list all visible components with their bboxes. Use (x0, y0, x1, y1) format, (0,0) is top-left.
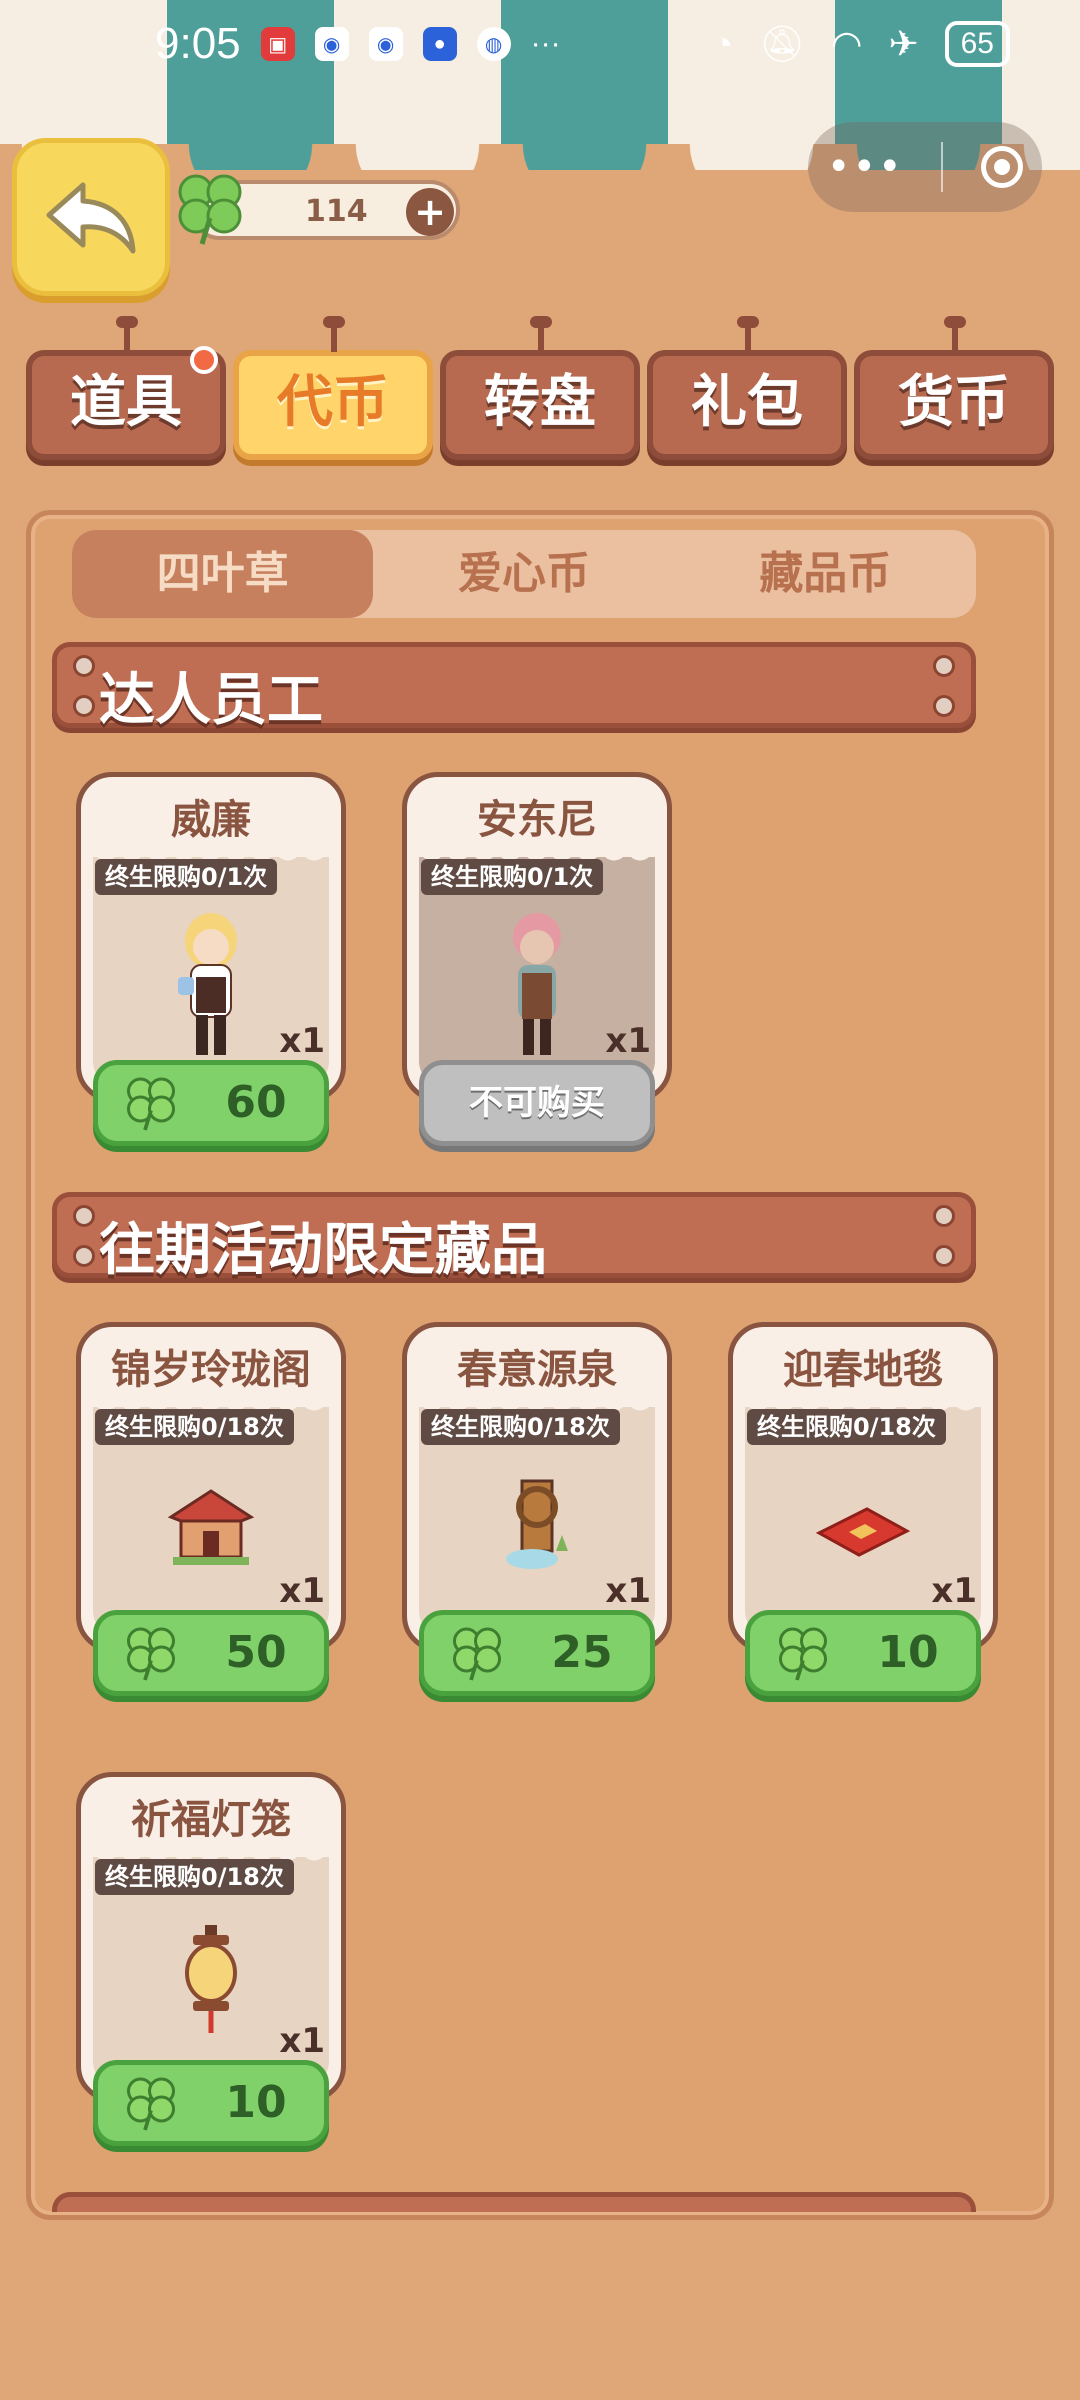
purchase-limit: 终生限购0/18次 (747, 1409, 946, 1445)
purchase-limit: 终生限购0/1次 (421, 859, 604, 895)
clover-icon (453, 1627, 501, 1681)
clover-icon (178, 174, 242, 245)
close-mini-program-button[interactable] (981, 146, 1024, 188)
clover-icon (779, 1627, 827, 1681)
tab-gift-pack[interactable]: 礼包 (647, 316, 847, 460)
purchase-limit: 终生限购0/18次 (95, 1409, 294, 1445)
item-name: 迎春地毯 (783, 1347, 943, 1393)
screw-decoration (73, 695, 95, 717)
employee-william-image (178, 913, 237, 1055)
notification-dot (190, 346, 218, 374)
section-banner-limited-collectibles: 往期活动限定藏品 (52, 1192, 976, 1283)
item-quantity: x1 (605, 1571, 651, 1611)
tab-currency[interactable]: 货币 (854, 316, 1054, 460)
price-value: 60 (225, 1077, 287, 1128)
back-arrow-icon (46, 182, 136, 254)
price-value: 25 (551, 1627, 613, 1678)
price-value: 10 (877, 1627, 939, 1678)
screw-decoration (933, 1245, 955, 1267)
clover-icon (127, 1627, 175, 1681)
item-name: 祈福灯笼 (131, 1797, 291, 1843)
purchase-limit: 终生限购0/1次 (95, 859, 278, 895)
more-options-button[interactable]: ••• (827, 147, 904, 187)
clover-amount: 114 (305, 194, 368, 229)
item-quantity: x1 (279, 1021, 325, 1061)
tab-wheel-label: 转盘 (484, 370, 596, 435)
section-banner-expert-staff: 达人员工 (52, 642, 976, 733)
subtab-clover[interactable]: 四叶草 (72, 530, 374, 618)
item-card[interactable]: 祈福灯笼 终生限购0/18次 x1 (76, 1772, 346, 2102)
clover-icon (127, 1077, 175, 1131)
item-quantity: x1 (279, 1571, 325, 1611)
buy-button[interactable]: 60 (93, 1060, 329, 1146)
tab-props[interactable]: 道具 (26, 316, 226, 460)
currency-subtabs: 四叶草 爱心币 藏品币 (72, 530, 976, 618)
status-bar: 9:05 ▣ ◉ ◉ ● ◍ ··· ◔ 🔕︎ ◠ ✈ 65 (0, 0, 1080, 88)
purchase-limit: 终生限购0/18次 (421, 1409, 620, 1445)
item-card: 安东尼 终生限购0/1次 x1 (402, 772, 672, 1102)
bell-off-icon: 🔕︎ (759, 23, 806, 64)
tab-gift-pack-label: 礼包 (691, 370, 803, 435)
screw-decoration (933, 695, 955, 717)
subtab-heart-coin[interactable]: 爱心币 (373, 530, 674, 618)
browser-icon: ◍ (476, 27, 511, 61)
tab-tokens[interactable]: 代币 (233, 316, 433, 460)
more-notifications: ··· (530, 27, 561, 60)
add-currency-button[interactable]: + (406, 188, 454, 236)
pavilion-image (167, 1489, 255, 1565)
target-icon (994, 159, 1011, 175)
item-quantity: x1 (605, 1021, 651, 1061)
huawei-store-icon: ▣ (260, 27, 295, 61)
next-section-banner-edge (52, 2192, 976, 2212)
item-card[interactable]: 春意源泉 终生限购0/18次 x1 (402, 1322, 672, 1652)
price-value: 10 (225, 2077, 287, 2128)
item-name: 锦岁玲珑阁 (111, 1347, 311, 1393)
item-quantity: x1 (279, 2021, 325, 2061)
app-icon: ◉ (314, 27, 349, 61)
item-quantity: x1 (931, 1571, 977, 1611)
bulb-icon: ● (422, 27, 457, 61)
screw-decoration (73, 655, 95, 677)
subtab-collection-coin[interactable]: 藏品币 (675, 530, 976, 618)
tab-currency-label: 货币 (898, 370, 1010, 435)
unavailable-button: 不可购买 (419, 1060, 655, 1146)
screw-decoration (933, 655, 955, 677)
capsule-divider (941, 142, 944, 192)
screw-decoration (933, 1205, 955, 1227)
item-name: 春意源泉 (457, 1347, 617, 1393)
tab-wheel[interactable]: 转盘 (440, 316, 640, 460)
spring-carpet-image (815, 1507, 911, 1557)
clover-icon (127, 2077, 175, 2131)
clock-icon: ◔ (711, 23, 734, 64)
airplane-icon: ✈ (888, 23, 919, 64)
wifi-icon: ◠ (831, 23, 863, 64)
item-card[interactable]: 迎春地毯 终生限购0/18次 x1 (728, 1322, 998, 1652)
item-card[interactable]: 锦岁玲珑阁 终生限购0/18次 x1 (76, 1322, 346, 1652)
battery-indicator: 65 (944, 21, 1010, 67)
spring-fountain-image (506, 1479, 568, 1569)
item-name: 威廉 (171, 797, 251, 843)
price-value: 50 (225, 1627, 287, 1678)
buy-button[interactable]: 10 (745, 1610, 981, 1696)
screw-decoration (73, 1205, 95, 1227)
back-button[interactable] (12, 138, 170, 296)
employee-anthony-image (513, 913, 561, 1055)
status-time: 9:05 (155, 19, 241, 68)
mini-program-capsule: ••• (808, 122, 1042, 212)
purchase-limit: 终生限购0/18次 (95, 1859, 294, 1895)
app-icon: ◉ (368, 27, 403, 61)
screw-decoration (73, 1245, 95, 1267)
tab-tokens-label: 代币 (277, 370, 389, 435)
item-card[interactable]: 威廉 终生限购0/1次 x1 (76, 772, 346, 1102)
buy-button[interactable]: 10 (93, 2060, 329, 2146)
buy-button[interactable]: 50 (93, 1610, 329, 1696)
lantern-image (185, 1925, 237, 2033)
tab-props-label: 道具 (70, 370, 182, 435)
item-name: 安东尼 (477, 797, 597, 843)
section-title: 达人员工 (99, 668, 323, 733)
buy-button[interactable]: 25 (419, 1610, 655, 1696)
section-title: 往期活动限定藏品 (99, 1218, 547, 1283)
